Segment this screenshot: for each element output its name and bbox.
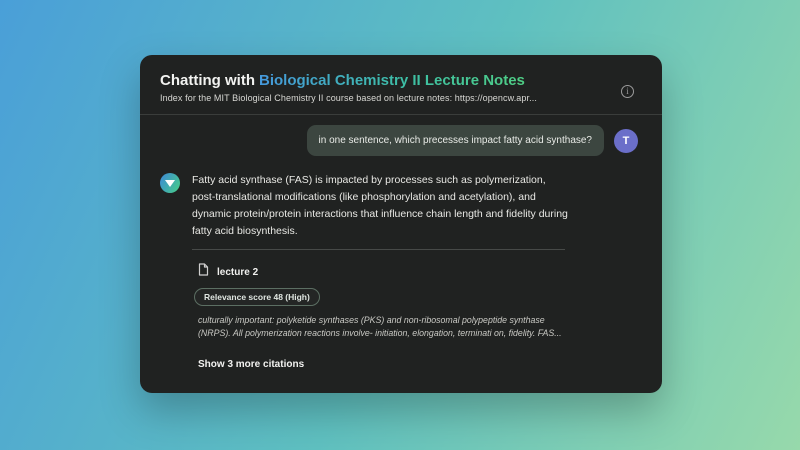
citation-excerpt-text: culturally important: polyketide synthas… (198, 315, 562, 339)
citation-source-label: lecture 2 (217, 266, 259, 278)
relevance-score-badge: Relevance score 48 (High) (194, 288, 320, 306)
show-more-citations-button[interactable]: Show 3 more citations (198, 359, 304, 370)
page-title: Chatting with Biological Chemistry II Lec… (160, 72, 638, 89)
user-avatar: T (614, 128, 638, 153)
info-icon[interactable]: i (621, 85, 634, 98)
chat-body: in one sentence, which precesses impact … (140, 115, 662, 372)
title-highlight: Biological Chemistry II Lecture Notes (258, 72, 525, 89)
assistant-avatar (160, 173, 180, 193)
card-header: Chatting with Biological Chemistry II Lec… (140, 55, 662, 115)
title-prefix: Chatting with (160, 72, 255, 89)
user-message-bubble: in one sentence, which precesses impact … (306, 125, 604, 156)
assistant-answer-text: Fatty acid synthase (FAS) is impacted by… (192, 174, 568, 237)
index-subtitle: Index for the MIT Biological Chemistry I… (160, 93, 537, 103)
citation-source-row[interactable]: lecture 2 (198, 263, 638, 281)
citation-block: lecture 2 Relevance score 48 (High) cult… (194, 263, 638, 340)
document-icon (198, 263, 209, 281)
chat-card: Chatting with Biological Chemistry II Lec… (140, 55, 662, 393)
assistant-message-row: Fatty acid synthase (FAS) is impacted by… (160, 172, 638, 240)
citations-divider (192, 249, 565, 250)
user-message-row: in one sentence, which precesses impact … (160, 125, 638, 156)
funnel-icon (165, 180, 175, 187)
